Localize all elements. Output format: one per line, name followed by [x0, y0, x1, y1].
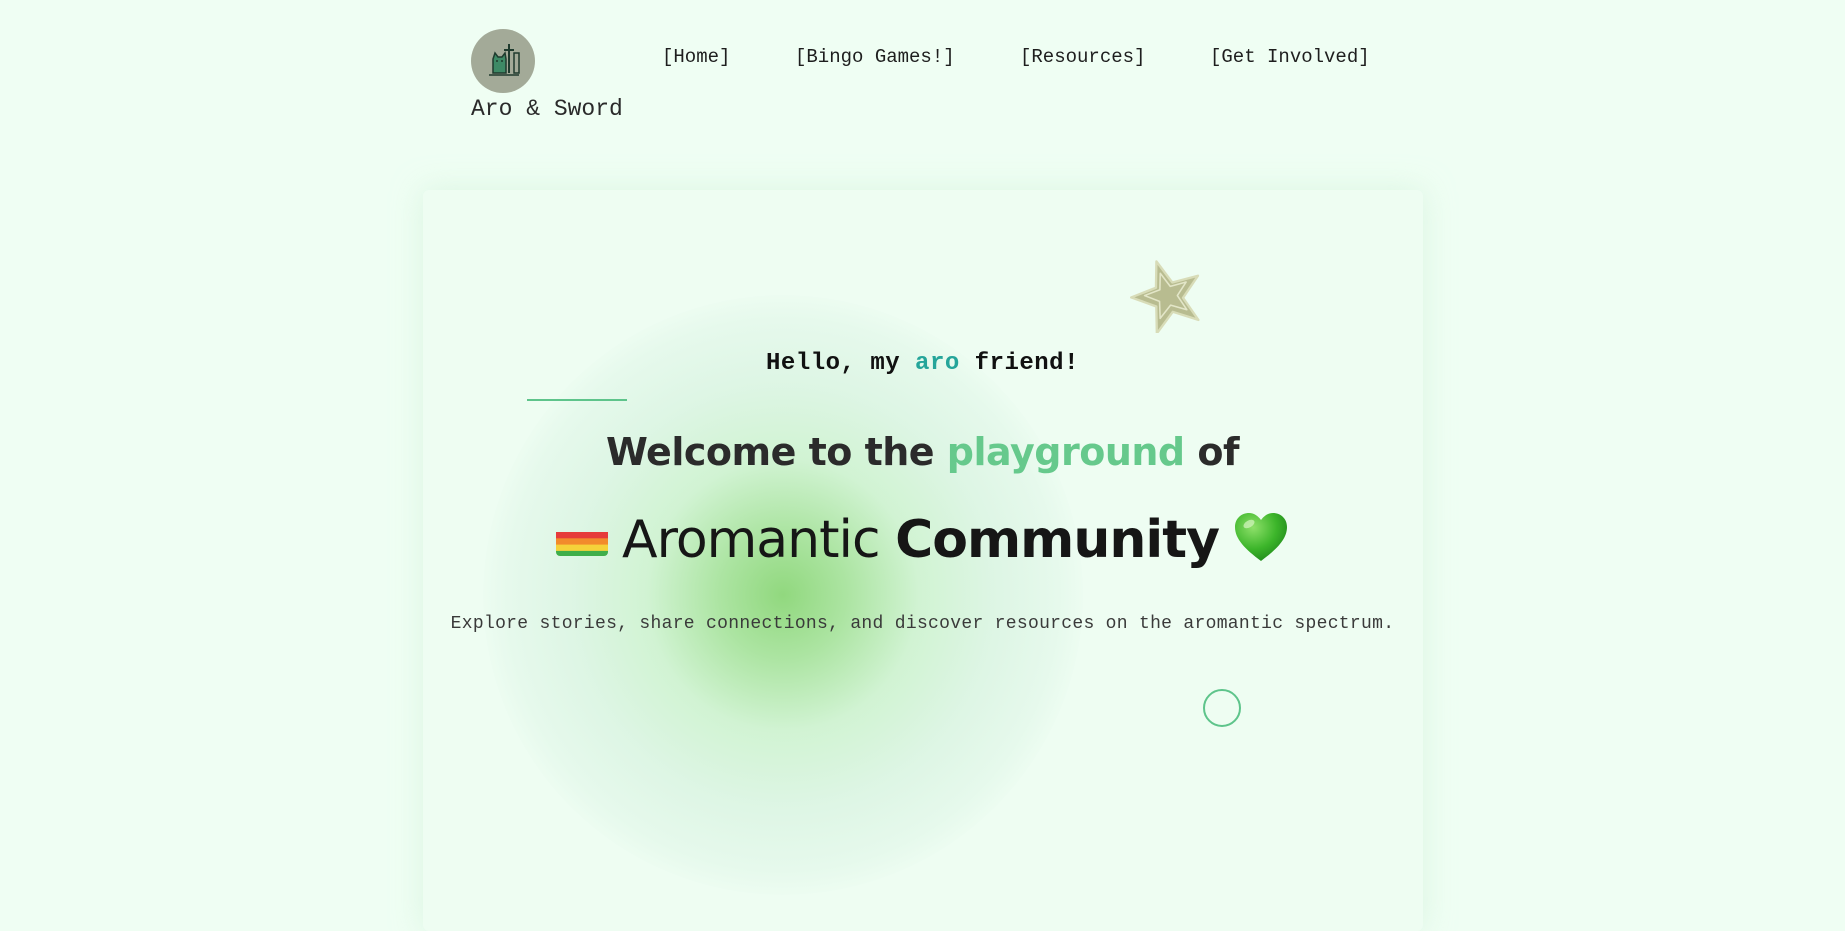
hero-glow — [483, 295, 1083, 895]
community-word-1: Aromantic — [622, 510, 881, 570]
site-header: Aro & Sword [Home] [Bingo Games!] [Resou… — [0, 0, 1845, 140]
welcome-highlight: playground — [946, 430, 1185, 474]
site-logo[interactable] — [471, 29, 535, 93]
star-icon — [1130, 260, 1200, 333]
welcome-after: of — [1184, 430, 1239, 474]
welcome-before: Welcome to the — [605, 430, 947, 474]
cat-with-sword-logo-icon — [489, 44, 520, 76]
circle-outline-icon — [1203, 689, 1241, 727]
hero-community-heading: Aromantic Community — [0, 505, 1845, 575]
nav-get-involved-link[interactable]: [Get Involved] — [1210, 46, 1370, 68]
site-title: Aro & Sword — [471, 96, 623, 122]
nav-resources-link[interactable]: [Resources] — [1020, 46, 1145, 68]
nav-home-link[interactable]: [Home] — [662, 46, 730, 68]
hero-welcome-heading: Welcome to the playground of — [0, 430, 1845, 474]
hero-tagline: Explore stories, share connections, and … — [450, 614, 1395, 634]
page: Aro & Sword [Home] [Bingo Games!] [Resou… — [0, 0, 1845, 931]
greeting-before: Hello, my — [766, 350, 916, 377]
green-heart-icon — [1233, 511, 1289, 563]
community-word-2: Community — [895, 510, 1220, 570]
accent-divider — [527, 399, 627, 401]
nav-bingo-games-link[interactable]: [Bingo Games!] — [795, 46, 955, 68]
greeting-after: friend! — [959, 350, 1079, 377]
hero-greeting: Hello, my aro friend! — [0, 350, 1845, 377]
greeting-highlight: aro — [915, 350, 960, 377]
rainbow-flag-icon — [556, 518, 609, 556]
